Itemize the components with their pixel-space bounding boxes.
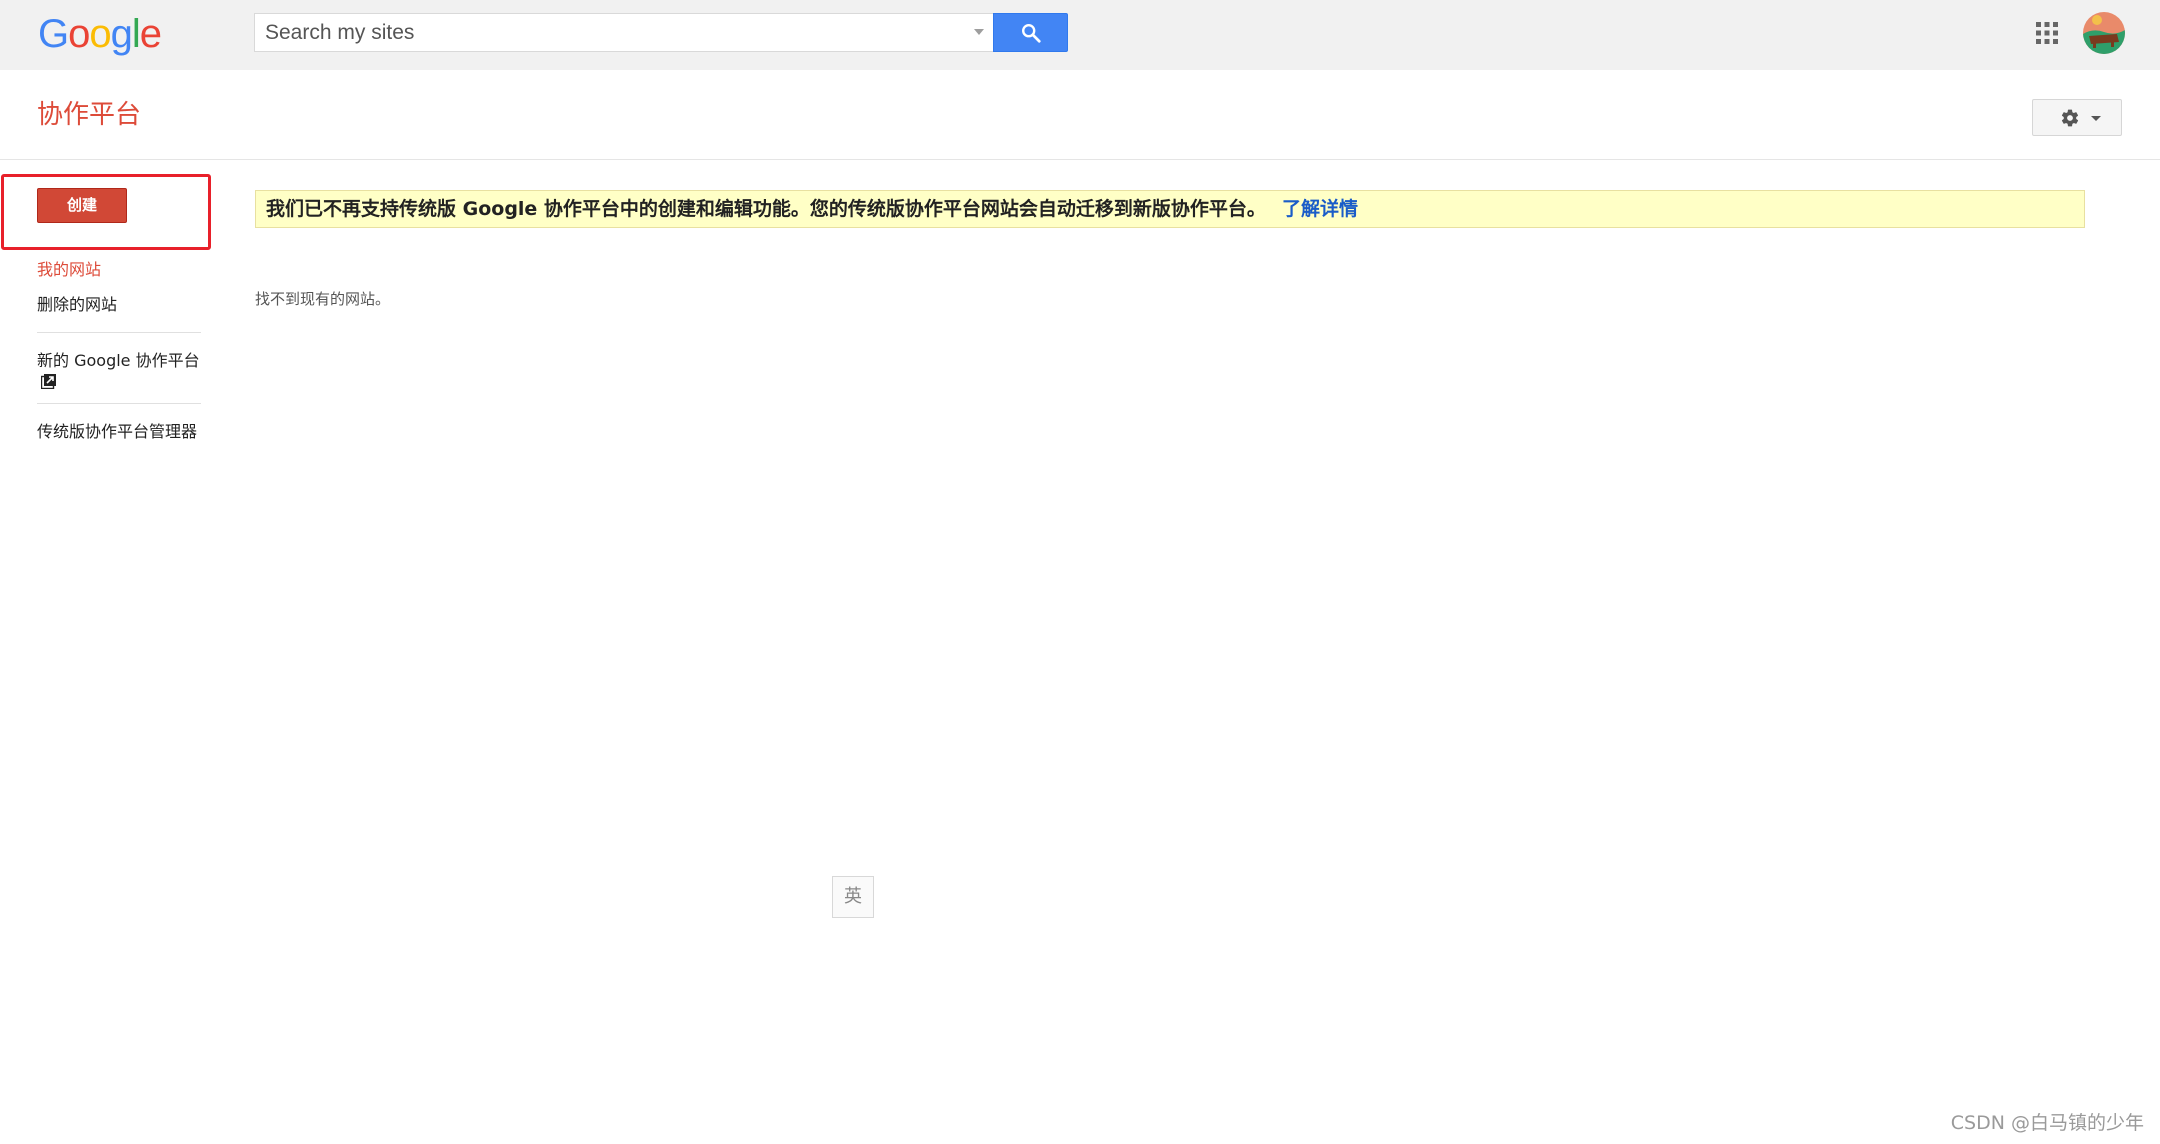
settings-button[interactable] bbox=[2032, 99, 2122, 136]
logo-letter: l bbox=[131, 12, 141, 56]
search-button[interactable] bbox=[993, 13, 1068, 52]
avatar-image bbox=[2083, 12, 2125, 54]
sidebar-item-deleted-sites[interactable]: 删除的网站 bbox=[37, 294, 117, 316]
sidebar-divider bbox=[37, 332, 201, 333]
ime-language-indicator[interactable]: 英 bbox=[832, 876, 874, 918]
logo-letter: o bbox=[89, 12, 111, 56]
apps-grid-icon[interactable] bbox=[2036, 22, 2058, 44]
google-logo[interactable]: Google bbox=[38, 9, 162, 59]
sidebar-item-label: 新的 Google 协作平台 bbox=[37, 351, 200, 370]
search-input[interactable] bbox=[265, 14, 955, 51]
watermark: CSDN @白马镇的少年 bbox=[1950, 1112, 2144, 1134]
avatar[interactable] bbox=[2083, 12, 2125, 54]
page-header: 协作平台 bbox=[0, 70, 2160, 160]
notice-text: 我们已不再支持传统版 Google 协作平台中的创建和编辑功能。您的传统版协作平… bbox=[266, 198, 1266, 220]
logo-letter: e bbox=[139, 12, 162, 56]
search-icon bbox=[1022, 24, 1041, 43]
top-bar: Google bbox=[0, 0, 2160, 70]
logo-letter: o bbox=[68, 12, 90, 56]
chevron-down-icon bbox=[2091, 116, 2101, 121]
external-link-icon bbox=[41, 374, 56, 389]
create-button[interactable]: 创建 bbox=[37, 188, 127, 223]
logo-letter: G bbox=[38, 12, 69, 56]
sidebar-item-new-google-sites[interactable]: 新的 Google 协作平台 bbox=[37, 350, 207, 389]
learn-more-link[interactable]: 了解详情 bbox=[1282, 198, 1358, 220]
gear-icon bbox=[2061, 109, 2079, 127]
sidebar-item-my-sites[interactable]: 我的网站 bbox=[37, 259, 101, 281]
page-title[interactable]: 协作平台 bbox=[37, 98, 141, 132]
empty-state-message: 找不到现有的网站。 bbox=[255, 290, 391, 308]
sidebar-item-legacy-manager[interactable]: 传统版协作平台管理器 bbox=[37, 421, 197, 443]
deprecation-notice: 我们已不再支持传统版 Google 协作平台中的创建和编辑功能。您的传统版协作平… bbox=[255, 190, 2085, 228]
search-box bbox=[254, 13, 994, 52]
logo-letter: g bbox=[110, 12, 133, 56]
sidebar-divider bbox=[37, 403, 201, 404]
search-dropdown-icon[interactable] bbox=[974, 29, 984, 35]
